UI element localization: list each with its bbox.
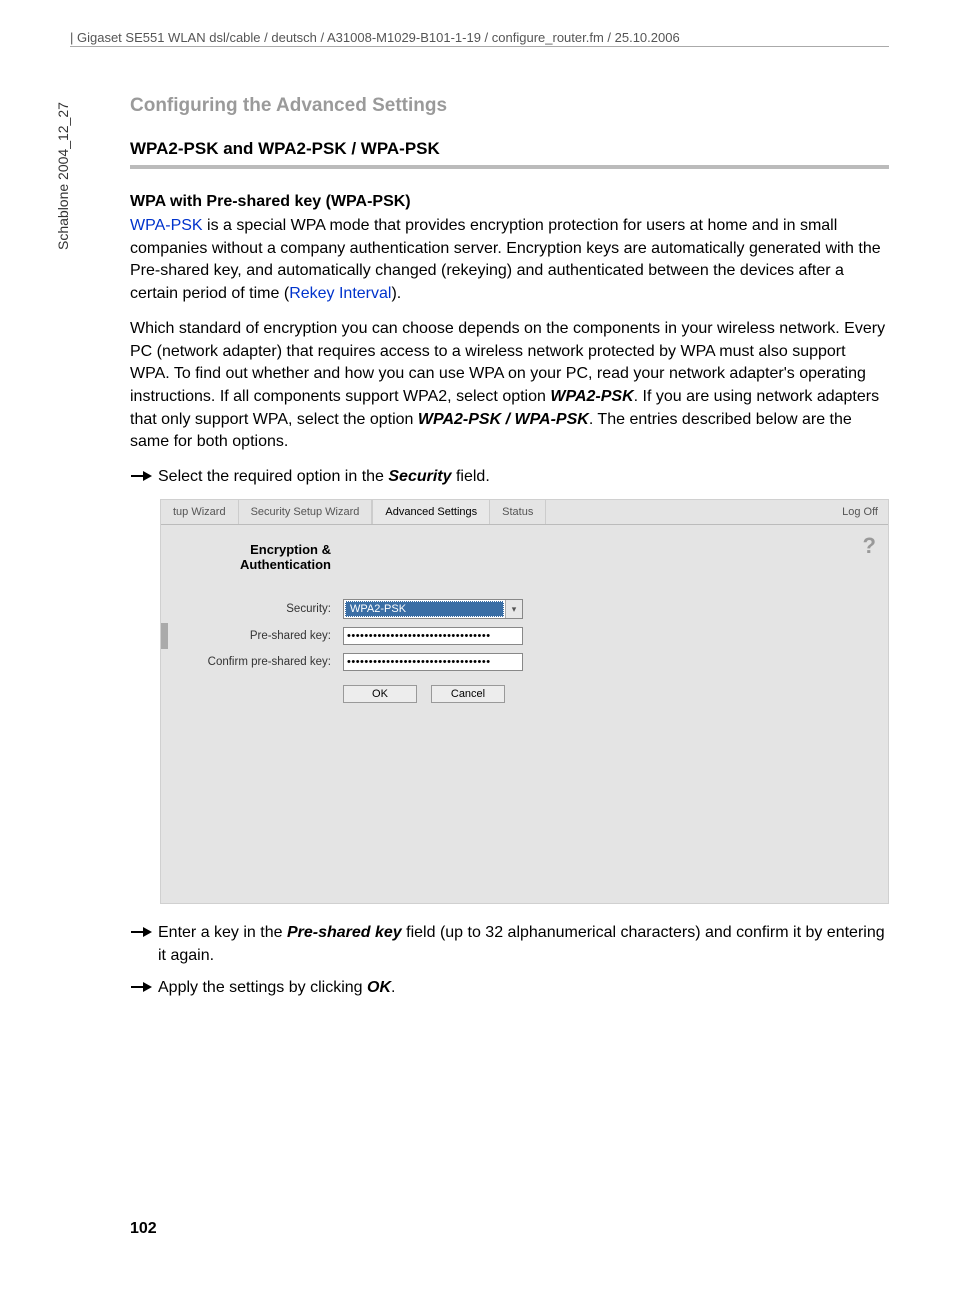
arrow-right-icon: [130, 922, 158, 967]
page-number: 102: [130, 1220, 889, 1238]
security-select[interactable]: WPA2-PSK ▾: [343, 599, 523, 619]
side-tab-marker: [161, 623, 168, 649]
help-icon[interactable]: ?: [863, 533, 876, 559]
title-rule: [130, 165, 889, 169]
ok-button[interactable]: OK: [343, 685, 417, 703]
paragraph-title: WPA with Pre-shared key (WPA-PSK): [130, 193, 889, 211]
template-side-label: Schablone 2004_12_27: [55, 102, 71, 250]
link-wpa-psk[interactable]: WPA-PSK: [130, 217, 203, 234]
tab-status[interactable]: Status: [490, 500, 546, 524]
row-security: Security: WPA2-PSK ▾: [181, 599, 868, 619]
security-select-value: WPA2-PSK: [345, 601, 504, 617]
step-1: Select the required option in the Securi…: [130, 466, 889, 489]
chevron-down-icon[interactable]: ▾: [505, 600, 522, 618]
button-row: OK Cancel: [343, 685, 868, 703]
label-psk: Pre-shared key:: [181, 630, 343, 642]
tab-advanced-settings[interactable]: Advanced Settings: [372, 500, 490, 524]
link-rekey-interval[interactable]: Rekey Interval: [289, 285, 391, 302]
label-confirm-psk: Confirm pre-shared key:: [181, 656, 343, 668]
panel-body: ? Encryption & Authentication Security: …: [161, 525, 888, 903]
page: Schablone 2004_12_27 | Gigaset SE551 WLA…: [0, 0, 954, 1278]
psk-input[interactable]: •••••••••••••••••••••••••••••••••: [343, 627, 523, 645]
row-confirm-psk: Confirm pre-shared key: ••••••••••••••••…: [181, 653, 868, 671]
tab-security-setup[interactable]: Security Setup Wizard: [239, 500, 373, 524]
sub-title: WPA2-PSK and WPA2-PSK / WPA-PSK: [130, 139, 889, 159]
section-title: Configuring the Advanced Settings: [130, 95, 889, 117]
arrow-right-icon: [130, 466, 158, 489]
tab-setup-wizard[interactable]: tup Wizard: [161, 500, 239, 524]
header-path: | Gigaset SE551 WLAN dsl/cable / deutsch…: [70, 30, 889, 47]
step-3: Apply the settings by clicking OK.: [130, 977, 889, 1000]
panel-title: Encryption & Authentication: [181, 543, 331, 573]
confirm-psk-input[interactable]: •••••••••••••••••••••••••••••••••: [343, 653, 523, 671]
arrow-right-icon: [130, 977, 158, 1000]
step-2: Enter a key in the Pre-shared key field …: [130, 922, 889, 967]
paragraph-2: Which standard of encryption you can cho…: [130, 318, 889, 454]
paragraph-1: WPA-PSK is a special WPA mode that provi…: [130, 215, 889, 306]
cancel-button[interactable]: Cancel: [431, 685, 505, 703]
router-ui-screenshot: tup Wizard Security Setup Wizard Advance…: [160, 499, 889, 904]
row-psk: Pre-shared key: ••••••••••••••••••••••••…: [181, 627, 868, 645]
tab-bar: tup Wizard Security Setup Wizard Advance…: [161, 500, 888, 525]
logoff-link[interactable]: Log Off: [842, 506, 878, 518]
label-security: Security:: [181, 603, 343, 615]
